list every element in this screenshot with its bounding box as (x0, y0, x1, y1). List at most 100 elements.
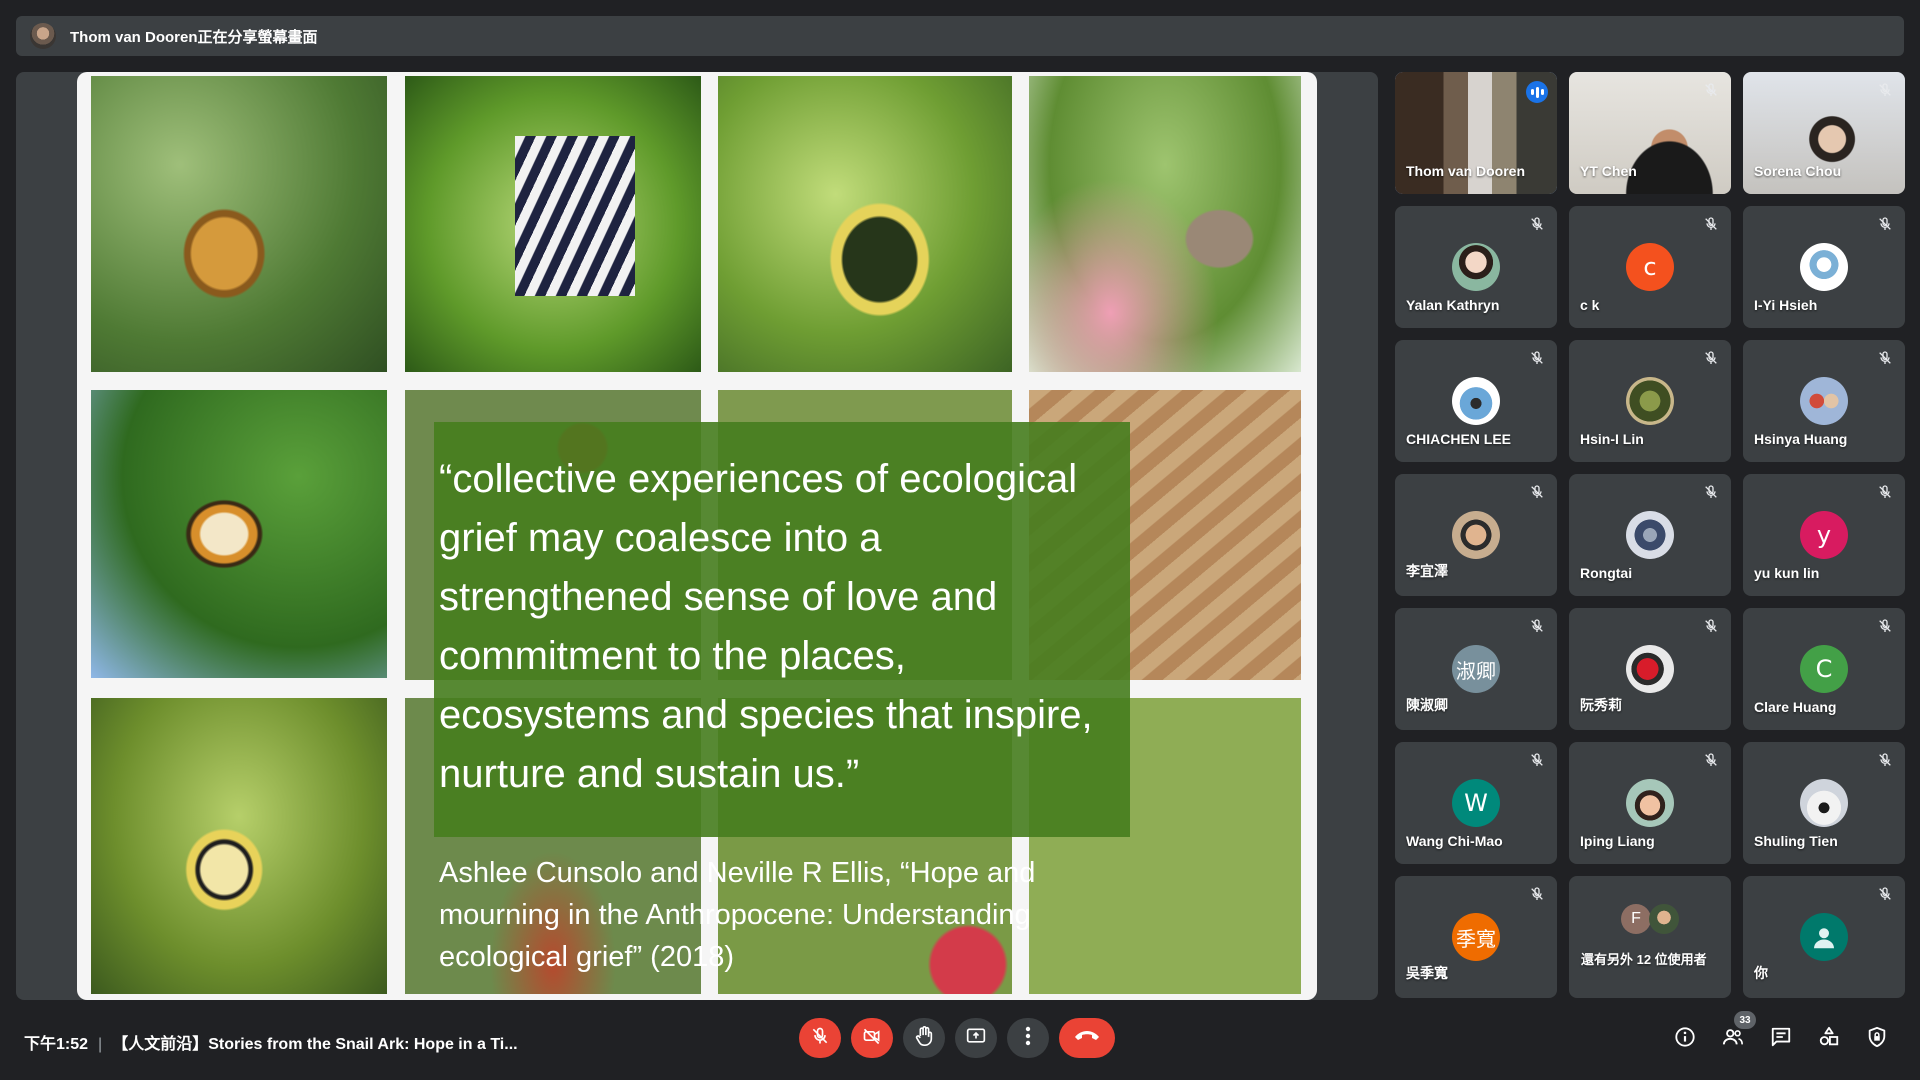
participant-name: Sorena Chou (1754, 163, 1842, 179)
mic-off-icon (1529, 350, 1547, 368)
participant-tile[interactable]: W Wang Chi-Mao (1395, 742, 1557, 864)
participant-tile[interactable]: Hsinya Huang (1743, 340, 1905, 462)
mic-off-icon (1529, 216, 1547, 234)
mic-off-icon (1703, 216, 1721, 234)
participant-tile[interactable]: Sorena Chou (1743, 72, 1905, 194)
participant-avatar (1626, 779, 1674, 827)
present-screen-button[interactable] (955, 1018, 997, 1058)
mic-off-icon (1877, 484, 1895, 502)
mic-off-icon (1877, 82, 1895, 100)
raise-hand-button[interactable] (903, 1018, 945, 1058)
slide-citation: Ashlee Cunsolo and Neville R Ellis, “Hop… (439, 857, 1036, 973)
participant-tile[interactable]: Iping Liang (1569, 742, 1731, 864)
participant-avatar: c (1626, 243, 1674, 291)
participant-avatar (1626, 377, 1674, 425)
participant-name: 陳淑卿 (1406, 697, 1448, 713)
participant-name: 阮秀莉 (1580, 697, 1622, 713)
participant-name: 吳季寬 (1406, 965, 1448, 981)
participant-name: Hsin-I Lin (1580, 431, 1644, 447)
more-options-button[interactable] (1007, 1018, 1049, 1058)
participant-tile[interactable]: 淑卿 陳淑卿 (1395, 608, 1557, 730)
participant-name: Clare Huang (1754, 699, 1837, 715)
participant-name: YT Chen (1580, 163, 1637, 179)
participant-tile[interactable]: CHIACHEN LEE (1395, 340, 1557, 462)
participant-avatar: 淑卿 (1452, 645, 1500, 693)
participant-tile[interactable]: 阮秀莉 (1569, 608, 1731, 730)
people-icon (1721, 1026, 1745, 1053)
participant-avatar: y (1800, 511, 1848, 559)
camera-off-icon (861, 1026, 883, 1051)
participant-tile[interactable]: 李宜澤 (1395, 474, 1557, 596)
mic-off-icon (1877, 618, 1895, 636)
present-screen-icon (965, 1026, 987, 1051)
participant-tile[interactable]: C Clare Huang (1743, 608, 1905, 730)
mic-off-icon (810, 1026, 830, 1051)
participant-name: yu kun lin (1754, 565, 1820, 581)
participant-avatar (1452, 377, 1500, 425)
participant-tile[interactable]: Hsin-I Lin (1569, 340, 1731, 462)
mic-off-icon (1703, 484, 1721, 502)
participant-tile[interactable]: 季寬 吳季寬 (1395, 876, 1557, 998)
snail-photo (718, 76, 1012, 372)
participant-name: Rongtai (1580, 565, 1633, 581)
host-controls-button[interactable] (1864, 1026, 1890, 1052)
participant-tile[interactable]: Shuling Tien (1743, 742, 1905, 864)
participant-tile[interactable]: F 還有另外 12 位使用者 (1569, 876, 1731, 998)
camera-toggle-button[interactable] (851, 1018, 893, 1058)
activities-button[interactable] (1816, 1026, 1842, 1052)
participant-avatar (1800, 779, 1848, 827)
microphone-toggle-button[interactable] (799, 1018, 841, 1058)
participant-avatar: C (1800, 645, 1848, 693)
participant-name: c k (1580, 297, 1600, 313)
mic-off-icon (1877, 350, 1895, 368)
participant-name: Wang Chi-Mao (1406, 833, 1503, 849)
meeting-title[interactable]: 【人文前沿】Stories from the Snail Ark: Hope i… (112, 1036, 517, 1053)
mic-off-icon (1877, 886, 1895, 904)
person-icon (1814, 928, 1834, 949)
clock-time: 下午1:52 (24, 1036, 89, 1053)
presentation-stage[interactable]: “collective experiences of ecological gr… (16, 72, 1378, 1000)
participant-tile[interactable]: I-Yi Hsieh (1743, 206, 1905, 328)
slide-quote: “collective experiences of ecological gr… (439, 457, 1093, 796)
others-avatar: F (1621, 904, 1651, 934)
mic-off-icon (1703, 350, 1721, 368)
show-everyone-button[interactable] (1720, 1026, 1746, 1052)
participant-name: Thom van Dooren (1406, 163, 1526, 179)
participant-name: CHIACHEN LEE (1406, 431, 1512, 447)
participant-avatar (1626, 511, 1674, 559)
snail-photo (1029, 76, 1301, 372)
participant-name: Shuling Tien (1754, 833, 1838, 849)
speaking-indicator-icon (1526, 81, 1548, 103)
mic-off-icon (1703, 618, 1721, 636)
participant-avatar: 季寬 (1452, 913, 1500, 961)
mic-off-icon (1529, 484, 1547, 502)
participant-tile[interactable]: 你 (1743, 876, 1905, 998)
chat-button[interactable] (1768, 1026, 1794, 1052)
more-vert-icon (1025, 1026, 1031, 1051)
participant-count-badge: 33 (1734, 1011, 1756, 1029)
screen-share-text: Thom van Dooren正在分享螢幕畫面 (70, 28, 318, 46)
participant-tile[interactable]: Yalan Kathryn (1395, 206, 1557, 328)
participant-tile[interactable]: Thom van Dooren (1395, 72, 1557, 194)
snail-photo (91, 698, 387, 994)
mic-off-icon (1529, 886, 1547, 904)
others-avatar (1649, 904, 1679, 934)
participant-tile[interactable]: Rongtai (1569, 474, 1731, 596)
leave-call-button[interactable] (1059, 1018, 1115, 1058)
participant-name: 還有另外 12 位使用者 (1581, 952, 1707, 967)
presenter-avatar (30, 23, 56, 49)
participant-avatar (1800, 913, 1848, 961)
mic-off-icon (1877, 216, 1895, 234)
mic-off-icon (1703, 82, 1721, 100)
participant-grid: Thom van Dooren YT Chen Sorena Chou Yalan K… (1395, 72, 1905, 1000)
meeting-details-button[interactable] (1672, 1026, 1698, 1052)
mic-off-icon (1529, 752, 1547, 770)
separator: | (98, 1036, 103, 1053)
participant-avatar (1452, 511, 1500, 559)
participant-tile[interactable]: YT Chen (1569, 72, 1731, 194)
participant-avatar: W (1452, 779, 1500, 827)
participant-tile[interactable]: y yu kun lin (1743, 474, 1905, 596)
participant-name: 李宜澤 (1406, 563, 1448, 579)
participant-tile[interactable]: c c k (1569, 206, 1731, 328)
hang-up-icon (1074, 1029, 1100, 1048)
